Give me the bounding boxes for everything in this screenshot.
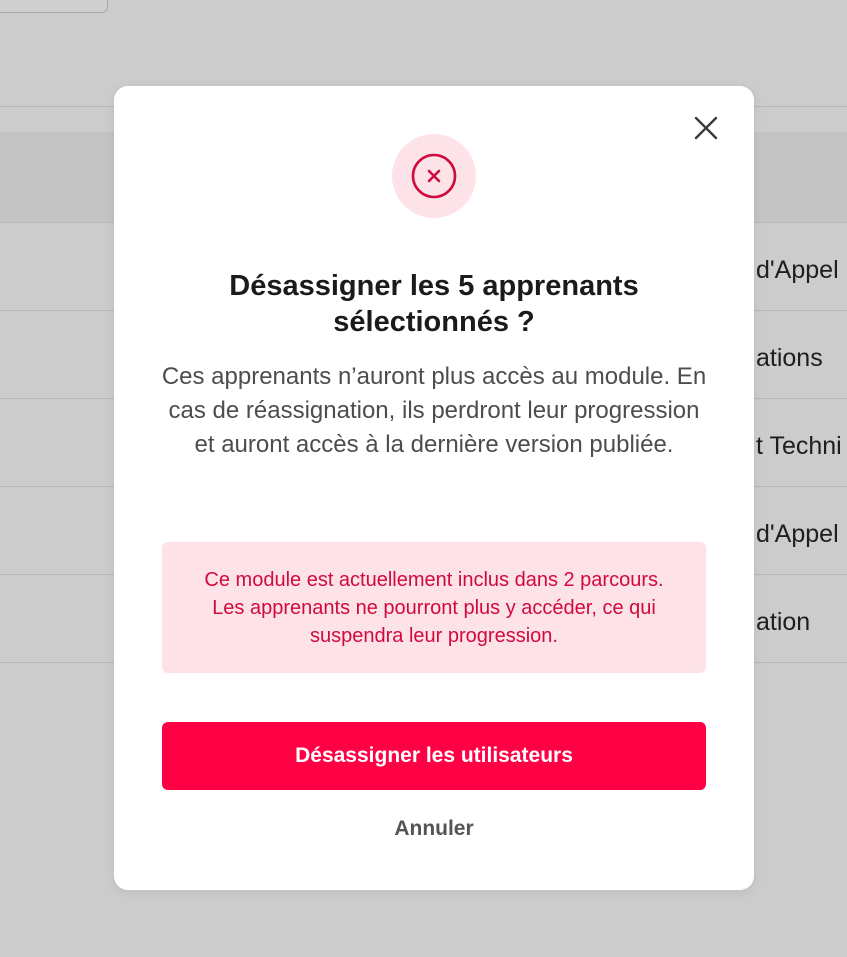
warning-alert: Ce module est actuellement inclus dans 2…: [162, 542, 706, 673]
warning-message: Ce module est actuellement inclus dans 2…: [204, 568, 664, 647]
background-row-text: ation: [756, 608, 811, 636]
close-button[interactable]: [690, 112, 722, 144]
dialog-title: Désassigner les 5 apprenants sélectionné…: [229, 270, 639, 338]
unassign-users-button[interactable]: Désassigner les utilisateurs: [162, 722, 706, 790]
background-input-box: [0, 0, 108, 13]
dialog-description: Ces apprenants n’auront plus accès au mo…: [161, 363, 707, 458]
cancel-button[interactable]: Annuler: [334, 812, 534, 846]
status-icon-badge: [392, 134, 476, 218]
error-x-circle-icon: [411, 153, 457, 199]
background-row-text: d'Appel: [756, 520, 839, 548]
close-icon: [694, 116, 718, 140]
background-row-text: d'Appel: [756, 256, 839, 284]
background-row-text: ations: [756, 344, 823, 372]
unassign-dialog: Désassigner les 5 apprenants sélectionné…: [114, 86, 754, 890]
background-row-text: t Techni: [756, 432, 842, 460]
